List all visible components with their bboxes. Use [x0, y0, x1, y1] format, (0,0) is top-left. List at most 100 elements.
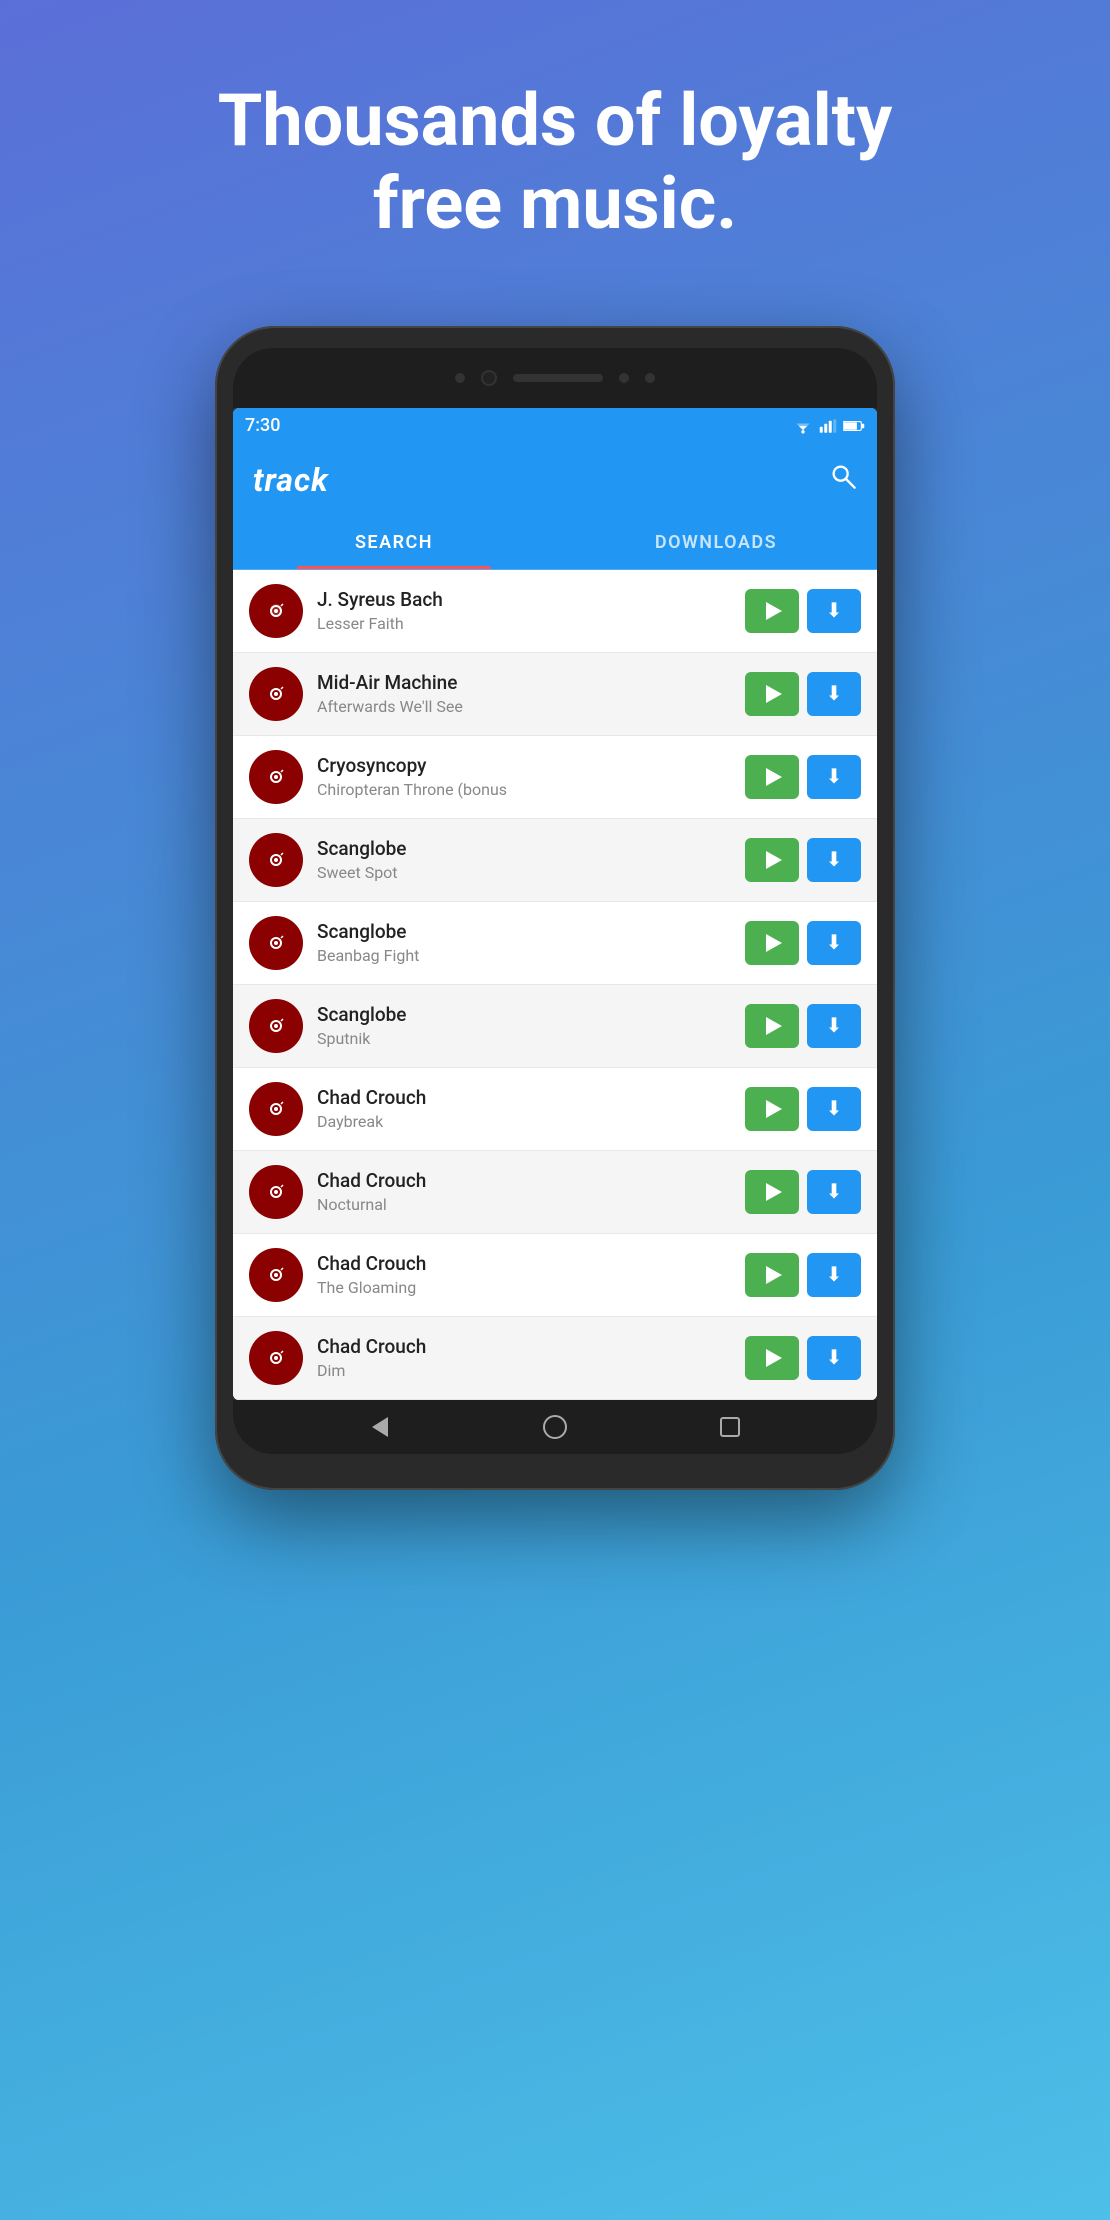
phone-top-bezel [233, 348, 877, 408]
track-artist: Scanglobe [317, 837, 731, 860]
play-icon [766, 934, 782, 952]
avatar [249, 916, 303, 970]
play-button[interactable] [745, 1087, 799, 1131]
track-actions: ⬇ [745, 1336, 861, 1380]
play-icon [766, 768, 782, 786]
play-button[interactable] [745, 838, 799, 882]
nav-back-button[interactable] [365, 1412, 395, 1442]
track-title: Dim [317, 1361, 731, 1380]
play-button[interactable] [745, 1004, 799, 1048]
track-title: Chiropteran Throne (bonus [317, 780, 731, 799]
track-artist: Mid-Air Machine [317, 671, 731, 694]
track-info: Scanglobe Sweet Spot [317, 837, 731, 882]
play-icon [766, 1266, 782, 1284]
avatar [249, 833, 303, 887]
download-button[interactable]: ⬇ [807, 1336, 861, 1380]
download-button[interactable]: ⬇ [807, 755, 861, 799]
play-button[interactable] [745, 1336, 799, 1380]
track-artist: Chad Crouch [317, 1335, 731, 1358]
download-icon: ⬇ [826, 847, 843, 872]
phone-bottom-bezel [233, 1400, 877, 1454]
track-item: Scanglobe Sputnik ⬇ [233, 985, 877, 1068]
download-icon: ⬇ [826, 1179, 843, 1204]
tab-search[interactable]: SEARCH [233, 516, 555, 569]
play-icon [766, 602, 782, 620]
track-artist: Scanglobe [317, 920, 731, 943]
play-button[interactable] [745, 755, 799, 799]
wifi-icon [793, 418, 813, 434]
play-icon [766, 851, 782, 869]
download-icon: ⬇ [826, 598, 843, 623]
avatar [249, 1331, 303, 1385]
sensor-dot-left [455, 373, 465, 383]
avatar [249, 1082, 303, 1136]
download-button[interactable]: ⬇ [807, 1004, 861, 1048]
track-actions: ⬇ [745, 1253, 861, 1297]
play-button[interactable] [745, 672, 799, 716]
track-title: Sputnik [317, 1029, 731, 1048]
track-artist: Chad Crouch [317, 1169, 731, 1192]
track-info: Chad Crouch The Gloaming [317, 1252, 731, 1297]
download-button[interactable]: ⬇ [807, 672, 861, 716]
track-item: Chad Crouch Daybreak ⬇ [233, 1068, 877, 1151]
play-button[interactable] [745, 1253, 799, 1297]
track-actions: ⬇ [745, 1004, 861, 1048]
track-actions: ⬇ [745, 589, 861, 633]
track-item: Chad Crouch Nocturnal ⬇ [233, 1151, 877, 1234]
download-button[interactable]: ⬇ [807, 1087, 861, 1131]
avatar [249, 667, 303, 721]
nav-home-button[interactable] [540, 1412, 570, 1442]
track-info: Chad Crouch Dim [317, 1335, 731, 1380]
track-artist: Cryosyncopy [317, 754, 731, 777]
battery-icon [843, 419, 865, 433]
phone-mockup: 7:30 [215, 326, 895, 1490]
play-icon [766, 685, 782, 703]
status-icons [793, 418, 865, 434]
track-info: Cryosyncopy Chiropteran Throne (bonus [317, 754, 731, 799]
track-item: Scanglobe Sweet Spot ⬇ [233, 819, 877, 902]
track-actions: ⬇ [745, 1170, 861, 1214]
download-icon: ⬇ [826, 764, 843, 789]
download-button[interactable]: ⬇ [807, 1253, 861, 1297]
status-time: 7:30 [245, 415, 280, 436]
front-camera [481, 370, 497, 386]
tabs-bar: SEARCH DOWNLOADS [233, 516, 877, 570]
download-button[interactable]: ⬇ [807, 838, 861, 882]
track-title: Afterwards We'll See [317, 697, 731, 716]
track-actions: ⬇ [745, 755, 861, 799]
track-item: J. Syreus Bach Lesser Faith ⬇ [233, 570, 877, 653]
track-actions: ⬇ [745, 921, 861, 965]
track-title: The Gloaming [317, 1278, 731, 1297]
track-artist: Chad Crouch [317, 1252, 731, 1275]
back-icon [372, 1417, 388, 1437]
download-icon: ⬇ [826, 1262, 843, 1287]
play-button[interactable] [745, 921, 799, 965]
track-actions: ⬇ [745, 838, 861, 882]
track-item: Mid-Air Machine Afterwards We'll See ⬇ [233, 653, 877, 736]
tab-downloads[interactable]: DOWNLOADS [555, 516, 877, 569]
download-button[interactable]: ⬇ [807, 589, 861, 633]
sensor-dot-right [619, 373, 629, 383]
play-button[interactable] [745, 1170, 799, 1214]
track-info: Scanglobe Beanbag Fight [317, 920, 731, 965]
track-info: Scanglobe Sputnik [317, 1003, 731, 1048]
avatar [249, 750, 303, 804]
track-title: Sweet Spot [317, 863, 731, 882]
download-button[interactable]: ⬇ [807, 921, 861, 965]
track-info: Chad Crouch Nocturnal [317, 1169, 731, 1214]
search-button[interactable] [829, 462, 857, 497]
avatar [249, 1165, 303, 1219]
download-icon: ⬇ [826, 930, 843, 955]
play-button[interactable] [745, 589, 799, 633]
track-item: Chad Crouch The Gloaming ⬇ [233, 1234, 877, 1317]
signal-icon [819, 418, 837, 434]
track-list: J. Syreus Bach Lesser Faith ⬇ Mid-Air Ma… [233, 570, 877, 1400]
track-item: Cryosyncopy Chiropteran Throne (bonus ⬇ [233, 736, 877, 819]
phone-screen: 7:30 [233, 408, 877, 1400]
track-info: J. Syreus Bach Lesser Faith [317, 588, 731, 633]
track-title: Daybreak [317, 1112, 731, 1131]
phone-outer: 7:30 [215, 326, 895, 1490]
download-button[interactable]: ⬇ [807, 1170, 861, 1214]
sensor-dot-far [645, 373, 655, 383]
nav-recents-button[interactable] [715, 1412, 745, 1442]
